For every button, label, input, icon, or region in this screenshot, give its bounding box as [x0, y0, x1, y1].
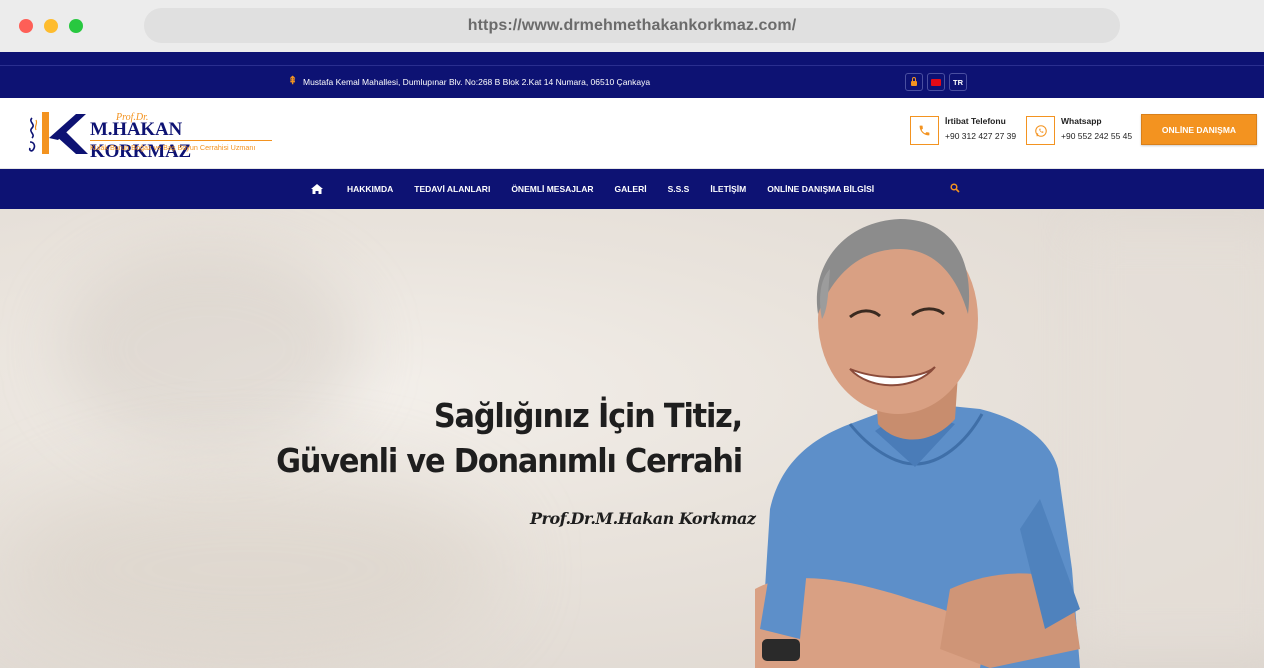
whatsapp-contact[interactable]: Whatsapp +90 552 242 55 45: [1026, 116, 1132, 145]
close-window-button[interactable]: [19, 19, 33, 33]
hk-logo-icon: [28, 112, 88, 154]
hero-banner: Sağlığınız İçin Titiz, Güvenli ve Donanı…: [0, 209, 1264, 668]
phone-text: İrtibat Telefonu +90 312 427 27 39: [945, 116, 1016, 141]
whatsapp-icon: [1034, 124, 1047, 137]
whatsapp-text: Whatsapp +90 552 242 55 45: [1061, 116, 1132, 141]
site-header: Prof.Dr. M.HAKAN KORKMAZ Kulak Burun Boğ…: [0, 98, 1264, 169]
top-tools: TR: [905, 73, 967, 91]
search-icon[interactable]: [950, 183, 960, 193]
logo-subtitle: Kulak Burun Boğaz ve Baş Boyun Cerrahisi…: [90, 143, 256, 152]
phone-icon-box: [910, 116, 939, 145]
top-bar: ⇞ Mustafa Kemal Mahallesi, Dumlupınar Bl…: [0, 66, 1264, 98]
location-pin-icon: ⇞: [288, 75, 298, 87]
nav-item-onemli-mesajlar[interactable]: ÖNEMLİ MESAJLAR: [511, 184, 593, 194]
whatsapp-icon-box: [1026, 116, 1055, 145]
nav-item-iletisim[interactable]: İLETİŞİM: [710, 184, 746, 194]
logo-divider: [90, 140, 272, 141]
site-logo[interactable]: Prof.Dr. M.HAKAN KORKMAZ Kulak Burun Boğ…: [26, 112, 276, 162]
hero-signature: Prof.Dr.M.Hakan Korkmaz: [530, 509, 756, 528]
hero-headline-line-1: Sağlığınız İçin Titiz,: [433, 396, 743, 435]
whatsapp-title: Whatsapp: [1061, 116, 1102, 126]
login-button[interactable]: [905, 73, 923, 91]
online-consultation-button[interactable]: ONLİNE DANIŞMA: [1141, 114, 1257, 145]
maximize-window-button[interactable]: [69, 19, 83, 33]
main-navigation: HAKKIMDA TEDAVİ ALANLARI ÖNEMLİ MESAJLAR…: [0, 169, 1264, 209]
url-text: https://www.drmehmethakankorkmaz.com/: [467, 16, 797, 34]
address-info: ⇞ Mustafa Kemal Mahallesi, Dumlupınar Bl…: [288, 76, 650, 87]
phone-icon: [919, 125, 930, 136]
phone-title: İrtibat Telefonu: [945, 116, 1006, 126]
home-icon[interactable]: [311, 184, 323, 194]
hero-headline: Sağlığınız İçin Titiz, Güvenli ve Donanı…: [264, 393, 743, 483]
language-selector[interactable]: TR: [949, 73, 967, 91]
nav-item-online-danisma-bilgisi[interactable]: ONLİNE DANIŞMA BİLGİSİ: [767, 184, 874, 194]
address-bar[interactable]: https://www.drmehmethakankorkmaz.com/: [144, 8, 1120, 43]
phone-contact[interactable]: İrtibat Telefonu +90 312 427 27 39: [910, 116, 1016, 145]
phone-number: +90 312 427 27 39: [945, 131, 1017, 141]
nav-item-hakkimda[interactable]: HAKKIMDA: [347, 184, 393, 194]
nav-item-galeri[interactable]: GALERİ: [614, 184, 646, 194]
nav-item-tedavi-alanlari[interactable]: TEDAVİ ALANLARI: [414, 184, 490, 194]
turkish-flag-button[interactable]: [927, 73, 945, 91]
browser-chrome: https://www.drmehmethakankorkmaz.com/: [0, 0, 1264, 52]
hero-headline-line-2: Güvenli ve Donanımlı Cerrahi: [276, 441, 743, 480]
lock-icon: [911, 77, 917, 86]
logo-name: M.HAKAN KORKMAZ: [90, 119, 191, 162]
minimize-window-button[interactable]: [44, 19, 58, 33]
whatsapp-number: +90 552 242 55 45: [1061, 131, 1133, 141]
website: ⇞ Mustafa Kemal Mahallesi, Dumlupınar Bl…: [0, 52, 1264, 668]
nav-item-sss[interactable]: S.S.S: [668, 184, 690, 194]
doctor-photo: [755, 219, 1080, 668]
address-text: Mustafa Kemal Mahallesi, Dumlupınar Blv.…: [303, 76, 651, 87]
nav-items: HAKKIMDA TEDAVİ ALANLARI ÖNEMLİ MESAJLAR…: [311, 169, 895, 209]
hero-bg-shade-3: [0, 469, 500, 668]
top-strip: [0, 52, 1264, 66]
turkey-flag-icon: [931, 78, 941, 86]
